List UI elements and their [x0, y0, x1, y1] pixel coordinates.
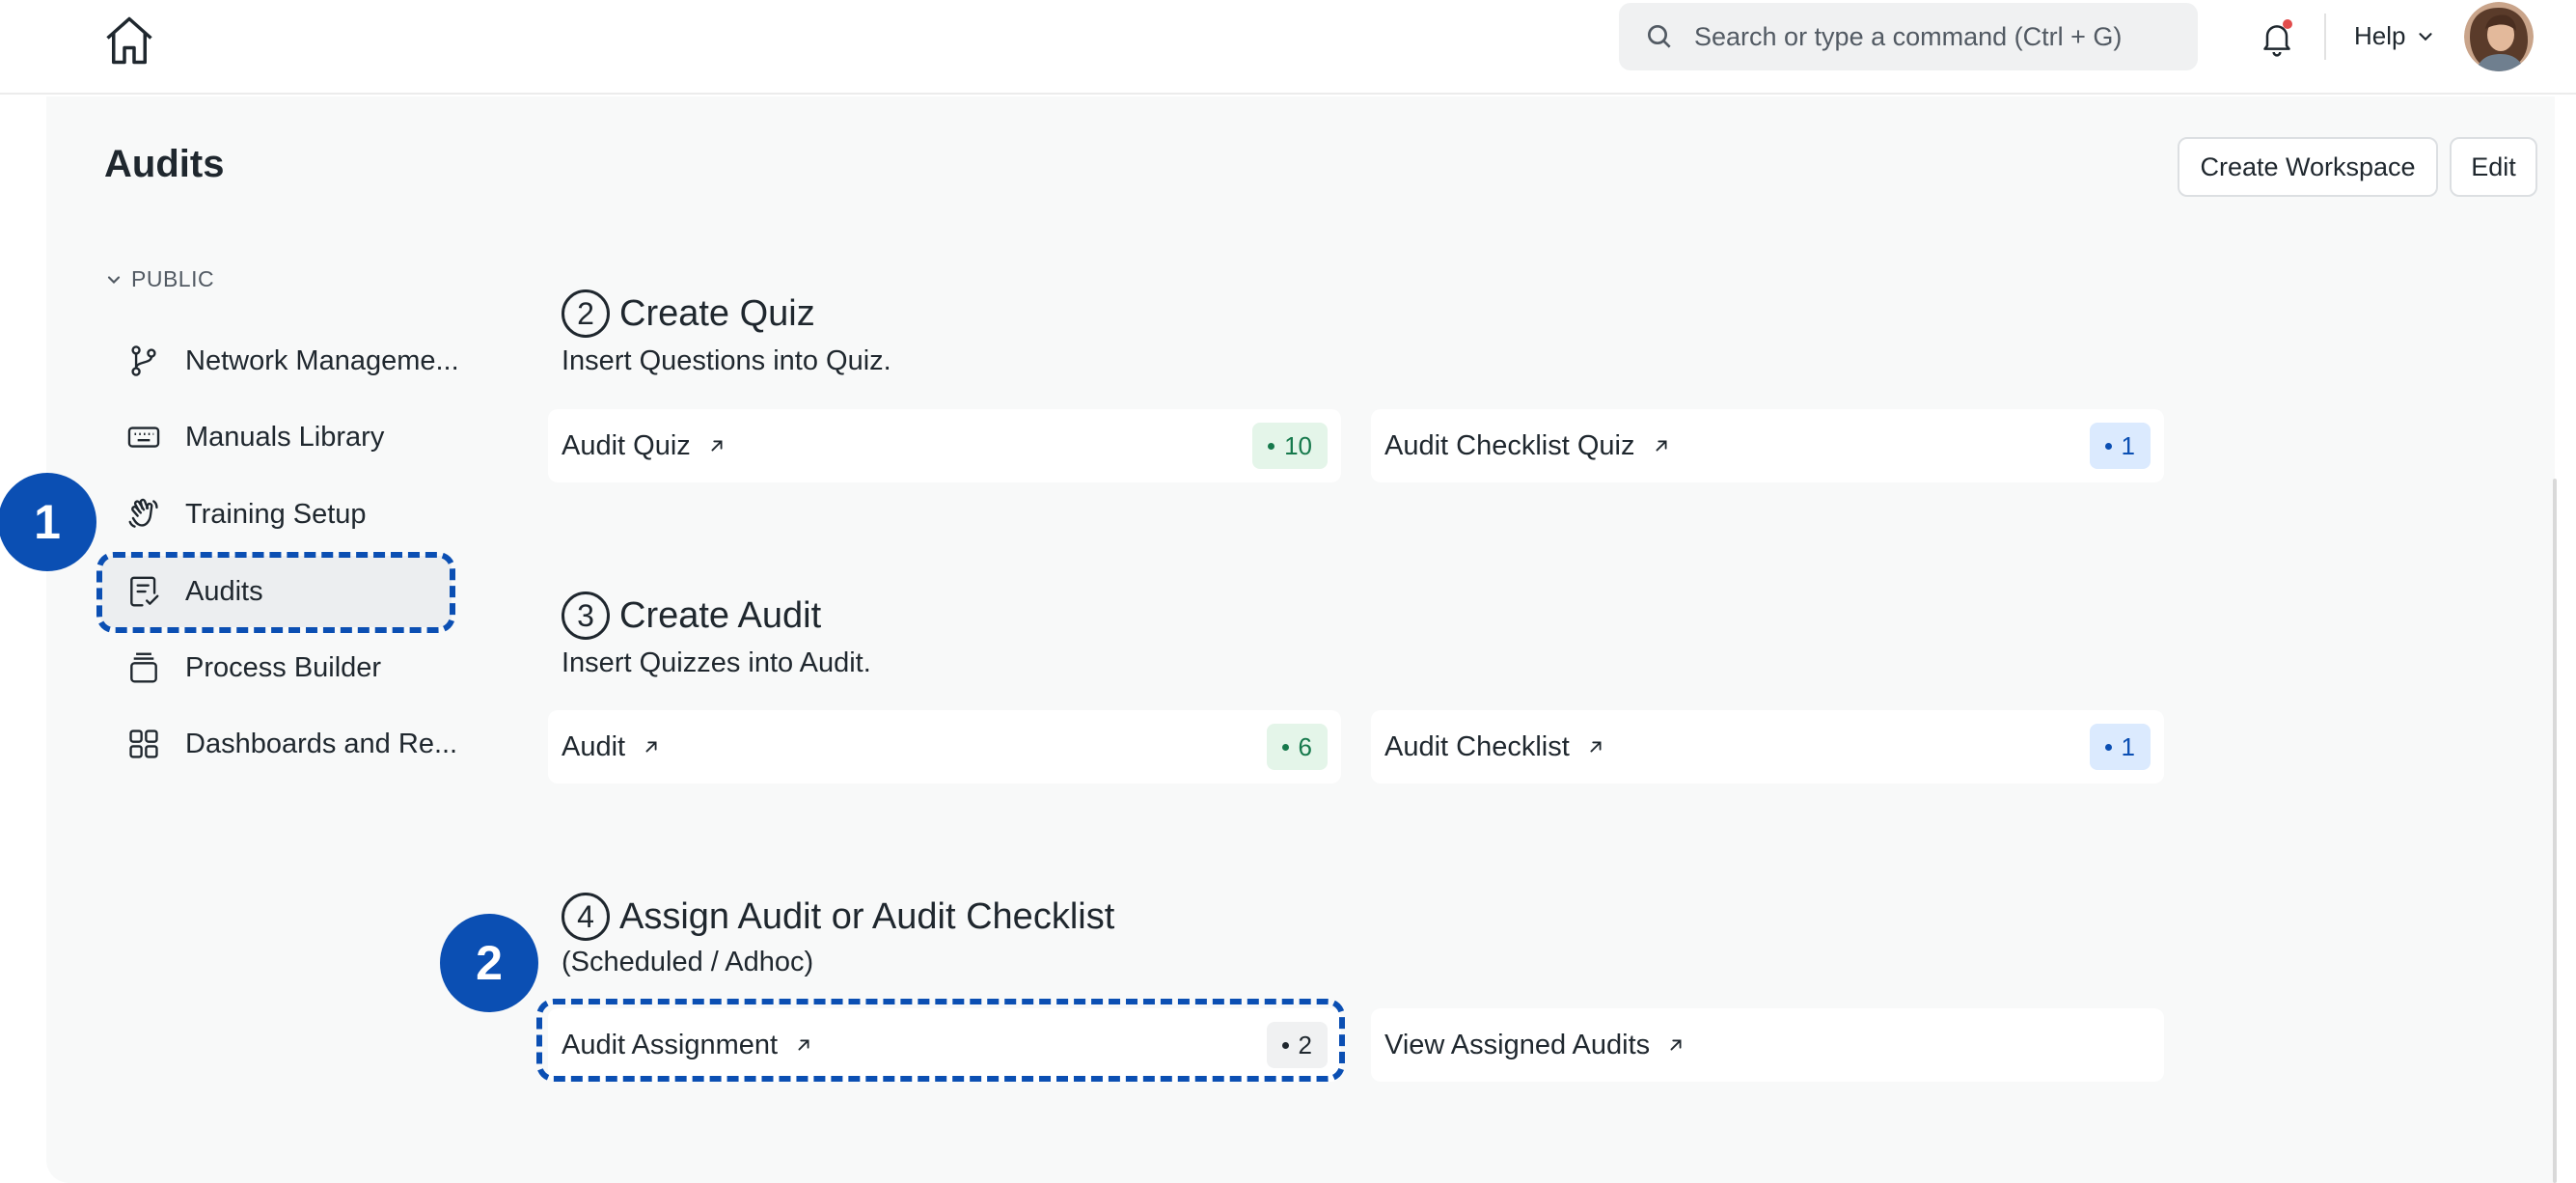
arrow-up-right-icon [1590, 741, 1602, 753]
sidebar-item-label: Dashboards and Re... [185, 728, 458, 759]
sidebar-item-network-management[interactable]: Network Manageme... [100, 325, 459, 397]
section-subtitle: Insert Questions into Quiz. [562, 345, 891, 376]
arrow-up-right-icon [1656, 440, 1666, 452]
sidebar-item-training-setup[interactable]: Training Setup [100, 479, 452, 550]
sidebar-item-label: Training Setup [185, 498, 367, 530]
layers-icon [130, 652, 157, 683]
hand-wave-icon [128, 498, 158, 528]
sidebar-item-manuals-library[interactable]: Manuals Library [100, 401, 452, 473]
chevron-down-icon [2419, 32, 2433, 41]
sidebar-item-dashboards-and-reports[interactable]: Dashboards and Re... [100, 708, 457, 780]
vertical-scrollbar[interactable] [2553, 479, 2557, 1183]
card-label: Audit [562, 730, 626, 762]
sidebar-item-label: Process Builder [185, 651, 382, 683]
page-title: Audits [104, 143, 225, 185]
search-placeholder: Search or type a command (Ctrl + G) [1694, 21, 2123, 51]
create-workspace-button[interactable]: Create Workspace [2178, 137, 2438, 197]
sidebar-item-process-builder[interactable]: Process Builder [100, 632, 452, 703]
keyboard-icon [127, 426, 160, 448]
sidebar-section-label: PUBLIC [131, 266, 215, 291]
section-title-assign-audit: 4 Assign Audit or Audit Checklist [562, 893, 1114, 941]
section-title: Create Audit [619, 594, 822, 636]
search-icon [1648, 25, 1671, 48]
section-number: 4 [562, 893, 610, 941]
notification-dot [2283, 19, 2292, 29]
count-badge: 1 [2089, 724, 2151, 770]
shortcut-card-audit-checklist-quiz[interactable]: Audit Checklist Quiz 1 [1371, 409, 2164, 482]
shortcut-card-audit[interactable]: Audit 6 [548, 710, 1341, 784]
section-title: Create Quiz [619, 292, 815, 334]
shortcut-card-audit-checklist[interactable]: Audit Checklist 1 [1371, 710, 2164, 784]
sidebar-section-public[interactable]: PUBLIC [104, 266, 214, 292]
section-title: Assign Audit or Audit Checklist [619, 895, 1115, 937]
card-label: Audit Quiz [562, 429, 691, 461]
sidebar-item-label: Manuals Library [185, 421, 385, 453]
badge-count: 1 [2121, 430, 2135, 460]
badge-count: 10 [1284, 430, 1312, 460]
step-marker-2: 2 [440, 914, 538, 1012]
search-bar[interactable]: Search or type a command (Ctrl + G) [1619, 3, 2198, 70]
step-marker-1: 1 [0, 473, 96, 571]
section-title-create-quiz: 2 Create Quiz [562, 289, 815, 338]
help-dropdown[interactable]: Help [2354, 21, 2436, 51]
count-badge: 10 [1252, 423, 1328, 469]
sidebar-item-label: Network Manageme... [185, 344, 459, 376]
card-label: View Assigned Audits [1384, 1029, 1651, 1060]
section-subtitle: Insert Quizzes into Audit. [562, 647, 871, 678]
chevron-down-icon [107, 275, 121, 284]
card-label: Audit Checklist Quiz [1384, 429, 1635, 461]
edit-button[interactable]: Edit [2450, 137, 2537, 197]
section-number: 3 [562, 592, 610, 640]
arrow-up-right-icon [1670, 1039, 1682, 1051]
badge-count: 1 [2121, 731, 2135, 761]
arrow-up-right-icon [711, 440, 723, 452]
top-navbar: Search or type a command (Ctrl + G) Help [0, 0, 2576, 95]
shortcut-card-audit-quiz[interactable]: Audit Quiz 10 [548, 409, 1341, 482]
section-title-create-audit: 3 Create Audit [562, 592, 821, 640]
arrow-up-right-icon [645, 741, 657, 753]
grid-icon [129, 729, 158, 758]
shortcut-card-view-assigned-audits[interactable]: View Assigned Audits [1371, 1008, 2164, 1082]
count-badge: 1 [2089, 423, 2151, 469]
card-label: Audit Checklist [1384, 730, 1570, 762]
section-number: 2 [562, 289, 610, 338]
section-subtitle: (Scheduled / Adhoc) [562, 947, 814, 977]
help-label: Help [2354, 21, 2406, 50]
count-badge: 6 [1266, 724, 1328, 770]
git-branch-icon [131, 345, 156, 376]
audits-highlight-outline [96, 552, 455, 633]
badge-count: 6 [1298, 731, 1312, 761]
avatar[interactable] [2464, 2, 2534, 71]
audit-assignment-highlight-outline [536, 999, 1345, 1082]
navbar-divider [2324, 14, 2326, 60]
home-icon[interactable] [100, 12, 158, 69]
